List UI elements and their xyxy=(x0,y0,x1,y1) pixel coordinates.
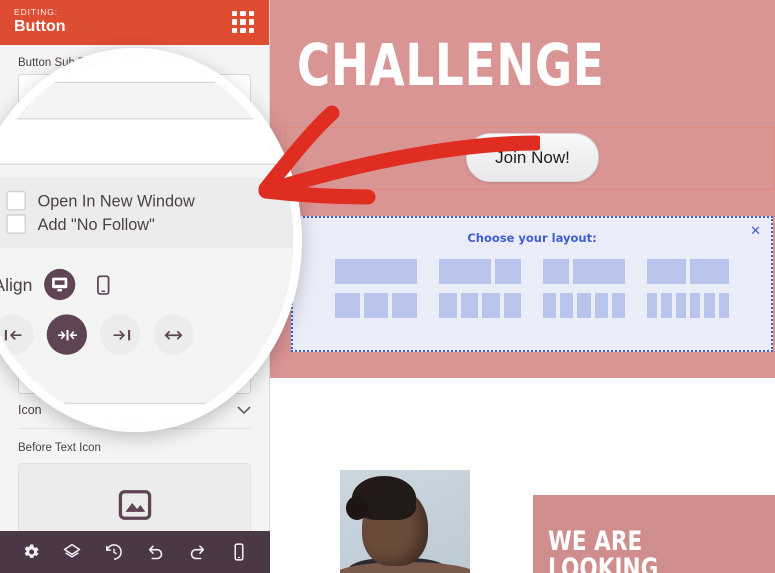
layout-option-1-col[interactable] xyxy=(335,259,417,284)
layout-column-block xyxy=(439,293,457,318)
join-now-button[interactable]: Join Now! xyxy=(466,133,599,182)
layout-column-block xyxy=(392,293,418,318)
layout-column-block xyxy=(439,259,491,284)
layout-option-3-col[interactable] xyxy=(335,293,418,318)
icon-accordion[interactable]: Icon xyxy=(18,394,251,429)
layout-column-block xyxy=(503,293,521,318)
open-in-new-window-checkbox[interactable]: Open In New Window xyxy=(28,193,241,208)
add-no-follow-checkbox[interactable]: Add "No Follow" xyxy=(28,211,241,226)
choose-layout-panel: ✕ Choose your layout: xyxy=(291,216,773,352)
align-device-row: Align xyxy=(18,253,251,277)
screen-root: CHALLENGE Join Now! ✕ Choose your layout… xyxy=(0,0,775,573)
layout-column-block xyxy=(495,259,521,284)
layout-column-block xyxy=(647,293,658,318)
layout-column-block xyxy=(482,293,500,318)
before-text-icon-label: Before Text Icon xyxy=(18,442,101,454)
revision-history-icon[interactable] xyxy=(104,542,124,562)
layout-option-2-col[interactable] xyxy=(439,259,521,284)
layout-column-block xyxy=(363,293,389,318)
layout-column-block xyxy=(573,259,625,284)
icon-accordion-label: Icon xyxy=(18,403,42,417)
mobile-icon[interactable] xyxy=(90,253,114,277)
hero-title: CHALLENGE xyxy=(297,31,605,99)
redo-icon[interactable] xyxy=(187,542,207,562)
page-title: Button xyxy=(14,18,66,35)
layout-column-block xyxy=(690,259,729,284)
desktop-icon[interactable] xyxy=(57,253,82,277)
photo-hair-bun xyxy=(346,496,368,520)
size-label: Size xyxy=(18,335,46,351)
layout-column-block xyxy=(335,259,417,284)
layout-row xyxy=(293,293,771,318)
layout-column-block xyxy=(647,259,686,284)
add-no-follow-label: Add "No Follow" xyxy=(52,211,143,226)
align-options-row xyxy=(18,288,251,319)
layout-column-block xyxy=(460,293,478,318)
chevron-down-icon xyxy=(237,405,251,414)
button-sub-text-input[interactable] xyxy=(18,74,251,110)
align-justify-icon[interactable] xyxy=(141,288,172,319)
layout-column-block xyxy=(690,293,701,318)
layout-column-block xyxy=(543,293,557,318)
undo-icon[interactable] xyxy=(146,542,166,562)
layout-option-2-col[interactable] xyxy=(647,259,729,284)
align-left-icon[interactable] xyxy=(18,288,49,319)
open-in-new-window-label: Open In New Window xyxy=(52,193,173,208)
layout-column-block xyxy=(661,293,672,318)
drag-grip-icon[interactable] xyxy=(232,11,254,33)
button-sub-text-label: Button Sub Text xyxy=(18,57,99,69)
size-select[interactable]: Large xyxy=(18,356,251,394)
close-icon[interactable]: ✕ xyxy=(750,224,761,237)
editor-sidebar: EDITING: Button Button Sub Text Link Ope… xyxy=(0,0,270,573)
layout-column-block xyxy=(704,293,715,318)
layout-column-block xyxy=(718,293,729,318)
layout-column-block xyxy=(611,293,626,318)
link-label: Link xyxy=(18,116,44,132)
editing-eyebrow: EDITING: xyxy=(14,7,59,17)
layout-option-2-col[interactable] xyxy=(543,259,625,284)
layout-column-block xyxy=(335,293,360,318)
link-input[interactable] xyxy=(18,137,251,173)
editor-header: EDITING: Button xyxy=(0,0,269,45)
layout-option-6-col[interactable] xyxy=(647,293,729,318)
layout-row xyxy=(293,259,771,284)
layout-option-5-col[interactable] xyxy=(543,293,626,318)
layout-options xyxy=(293,259,771,318)
choose-layout-title: Choose your layout: xyxy=(467,231,597,245)
layout-column-block xyxy=(560,293,574,318)
align-right-icon[interactable] xyxy=(100,288,131,319)
athlete-photo xyxy=(340,470,470,573)
layout-option-4-col[interactable] xyxy=(439,293,521,318)
layout-column-block xyxy=(594,293,608,318)
editor-body: Button Sub Text Link Open In New Window … xyxy=(0,45,269,547)
layers-icon[interactable] xyxy=(62,542,82,562)
we-are-looking-text: WE ARE LOOKING xyxy=(548,526,659,573)
layout-column-block xyxy=(577,293,591,318)
align-label: Align xyxy=(18,257,49,273)
link-options-group: Open In New Window Add "No Follow" xyxy=(18,183,251,237)
checkbox-box xyxy=(28,211,43,226)
mobile-preview-icon[interactable] xyxy=(229,542,249,562)
checkbox-box xyxy=(28,193,43,208)
align-center-icon[interactable] xyxy=(59,288,90,319)
layout-column-block xyxy=(543,259,569,284)
image-placeholder-icon xyxy=(118,490,151,520)
editor-footer-toolbar xyxy=(0,531,270,573)
settings-gear-icon[interactable] xyxy=(21,542,41,562)
layout-column-block xyxy=(675,293,686,318)
